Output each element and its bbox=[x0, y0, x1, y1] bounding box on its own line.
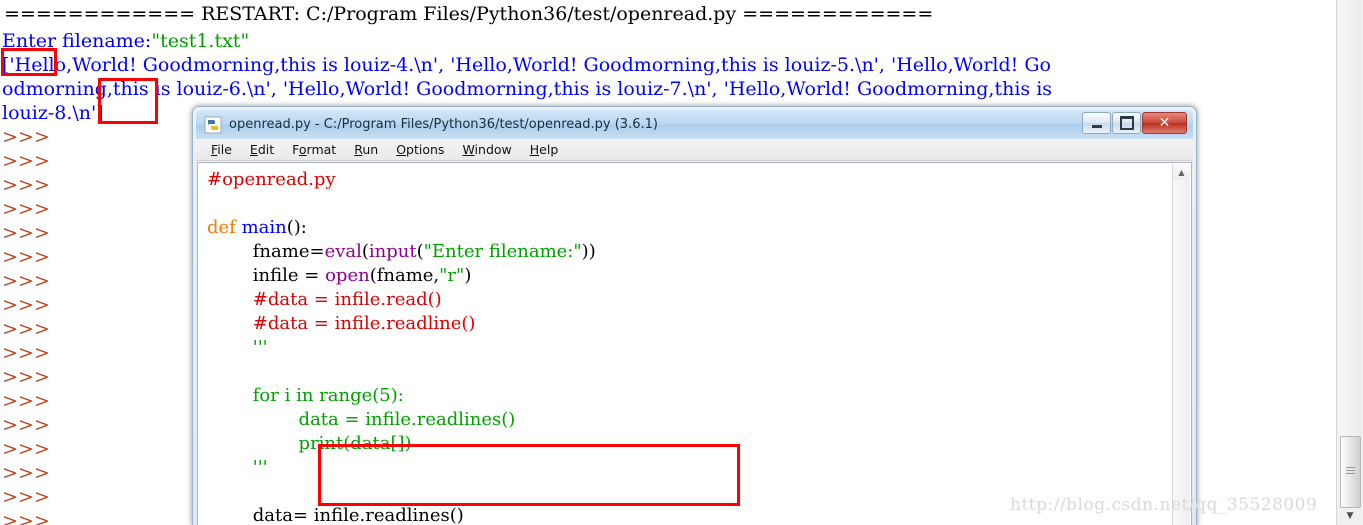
code-token: "Enter filename:" bbox=[423, 241, 582, 262]
code-token: input bbox=[368, 241, 417, 262]
code-token: data= infile.readlines() bbox=[207, 505, 464, 525]
code-line: fname=eval(input("Enter filename:")) bbox=[207, 240, 596, 264]
shell-scrollbar-track[interactable] bbox=[1339, 0, 1361, 507]
menu-item-help[interactable]: Help bbox=[521, 140, 568, 159]
scroll-down-arrow-icon[interactable]: ▼ bbox=[1337, 507, 1363, 525]
close-icon: ✕ bbox=[1158, 115, 1171, 131]
code-token: #data = infile.readline() bbox=[207, 313, 476, 334]
code-token: data = infile.readlines() bbox=[207, 409, 516, 430]
menu-item-options[interactable]: Options bbox=[387, 140, 453, 159]
code-line: data = infile.readlines() bbox=[207, 408, 596, 432]
code-token: (fname, bbox=[369, 265, 440, 286]
maximize-button[interactable] bbox=[1112, 112, 1141, 134]
close-button[interactable]: ✕ bbox=[1142, 112, 1187, 134]
code-line: infile = open(fname,"r") bbox=[207, 264, 596, 288]
shell-scrollbar-thumb[interactable] bbox=[1340, 436, 1361, 508]
annotation-box-tail bbox=[98, 78, 158, 124]
code-line: #data = infile.readline() bbox=[207, 312, 596, 336]
shell-vertical-scrollbar[interactable]: ▼ bbox=[1336, 0, 1363, 525]
menu-item-window[interactable]: Window bbox=[453, 140, 520, 159]
code-token: #openread.py bbox=[207, 169, 336, 190]
code-line: def main(): bbox=[207, 216, 596, 240]
code-line: for i in range(5): bbox=[207, 384, 596, 408]
code-token: ( bbox=[416, 241, 424, 262]
code-line: ''' bbox=[207, 336, 596, 360]
code-token: ( bbox=[361, 241, 369, 262]
code-token: ''' bbox=[207, 337, 268, 358]
python-idle-icon bbox=[204, 116, 222, 134]
minimize-icon bbox=[1091, 124, 1102, 128]
scrollbar-grip-icon bbox=[1346, 467, 1355, 474]
code-token: infile = bbox=[207, 265, 326, 286]
code-token: for i in range(5): bbox=[207, 385, 404, 406]
code-token: #data = infile.read() bbox=[207, 289, 442, 310]
code-token: ''' bbox=[207, 457, 268, 478]
editor-menubar[interactable]: File Edit Format Run Options Window Help bbox=[196, 139, 1193, 161]
code-line: #openread.py bbox=[207, 168, 596, 192]
shell-restart-line: ============ RESTART: C:/Program Files/P… bbox=[4, 3, 934, 25]
shell-prompt-list: >>> >>> >>> >>> >>> >>> >>> >>> >>> >>> … bbox=[2, 126, 50, 525]
annotation-box-he bbox=[1, 48, 57, 76]
code-token: ) bbox=[464, 265, 472, 286]
screenshot-root: ============ RESTART: C:/Program Files/P… bbox=[0, 0, 1363, 525]
code-token: open bbox=[325, 265, 370, 286]
code-line: data= infile.readlines() bbox=[207, 504, 596, 525]
code-token: )) bbox=[581, 241, 596, 262]
code-token: "r" bbox=[439, 265, 465, 286]
editor-title-text: openread.py - C:/Program Files/Python36/… bbox=[229, 117, 658, 132]
menu-item-edit[interactable]: Edit bbox=[241, 140, 283, 159]
maximize-icon bbox=[1119, 116, 1134, 130]
shell-output-line-1: ['Hello,World! Goodmorning,this is louiz… bbox=[2, 54, 1051, 76]
watermark-text: http://blog.csdn.net/qq_35528009 bbox=[1010, 495, 1318, 515]
scroll-up-arrow-icon[interactable]: ▲ bbox=[1173, 164, 1190, 181]
code-token: (): bbox=[286, 217, 307, 238]
code-token: main bbox=[241, 217, 287, 238]
menu-item-format[interactable]: Format bbox=[283, 140, 345, 159]
code-token: eval bbox=[324, 241, 362, 262]
shell-output-line-2: odmorning,this is louiz-6.\n', 'Hello,Wo… bbox=[2, 78, 1053, 100]
code-line: #data = infile.read() bbox=[207, 288, 596, 312]
menu-item-run[interactable]: Run bbox=[345, 140, 387, 159]
editor-vertical-scrollbar[interactable]: ▲ bbox=[1172, 164, 1190, 525]
code-token: def bbox=[207, 217, 242, 238]
menu-item-file[interactable]: File bbox=[202, 140, 241, 159]
annotation-box-code bbox=[318, 444, 740, 506]
shell-input-value: "test1.txt" bbox=[151, 30, 250, 52]
editor-titlebar[interactable]: openread.py - C:/Program Files/Python36/… bbox=[196, 110, 1193, 139]
window-controls: ✕ bbox=[1082, 112, 1187, 134]
editor-scrollbar-track[interactable] bbox=[1173, 180, 1190, 525]
minimize-button[interactable] bbox=[1082, 112, 1111, 134]
code-token: fname= bbox=[207, 241, 325, 262]
shell-output-line-3: louiz-8.\n'] bbox=[2, 102, 104, 124]
